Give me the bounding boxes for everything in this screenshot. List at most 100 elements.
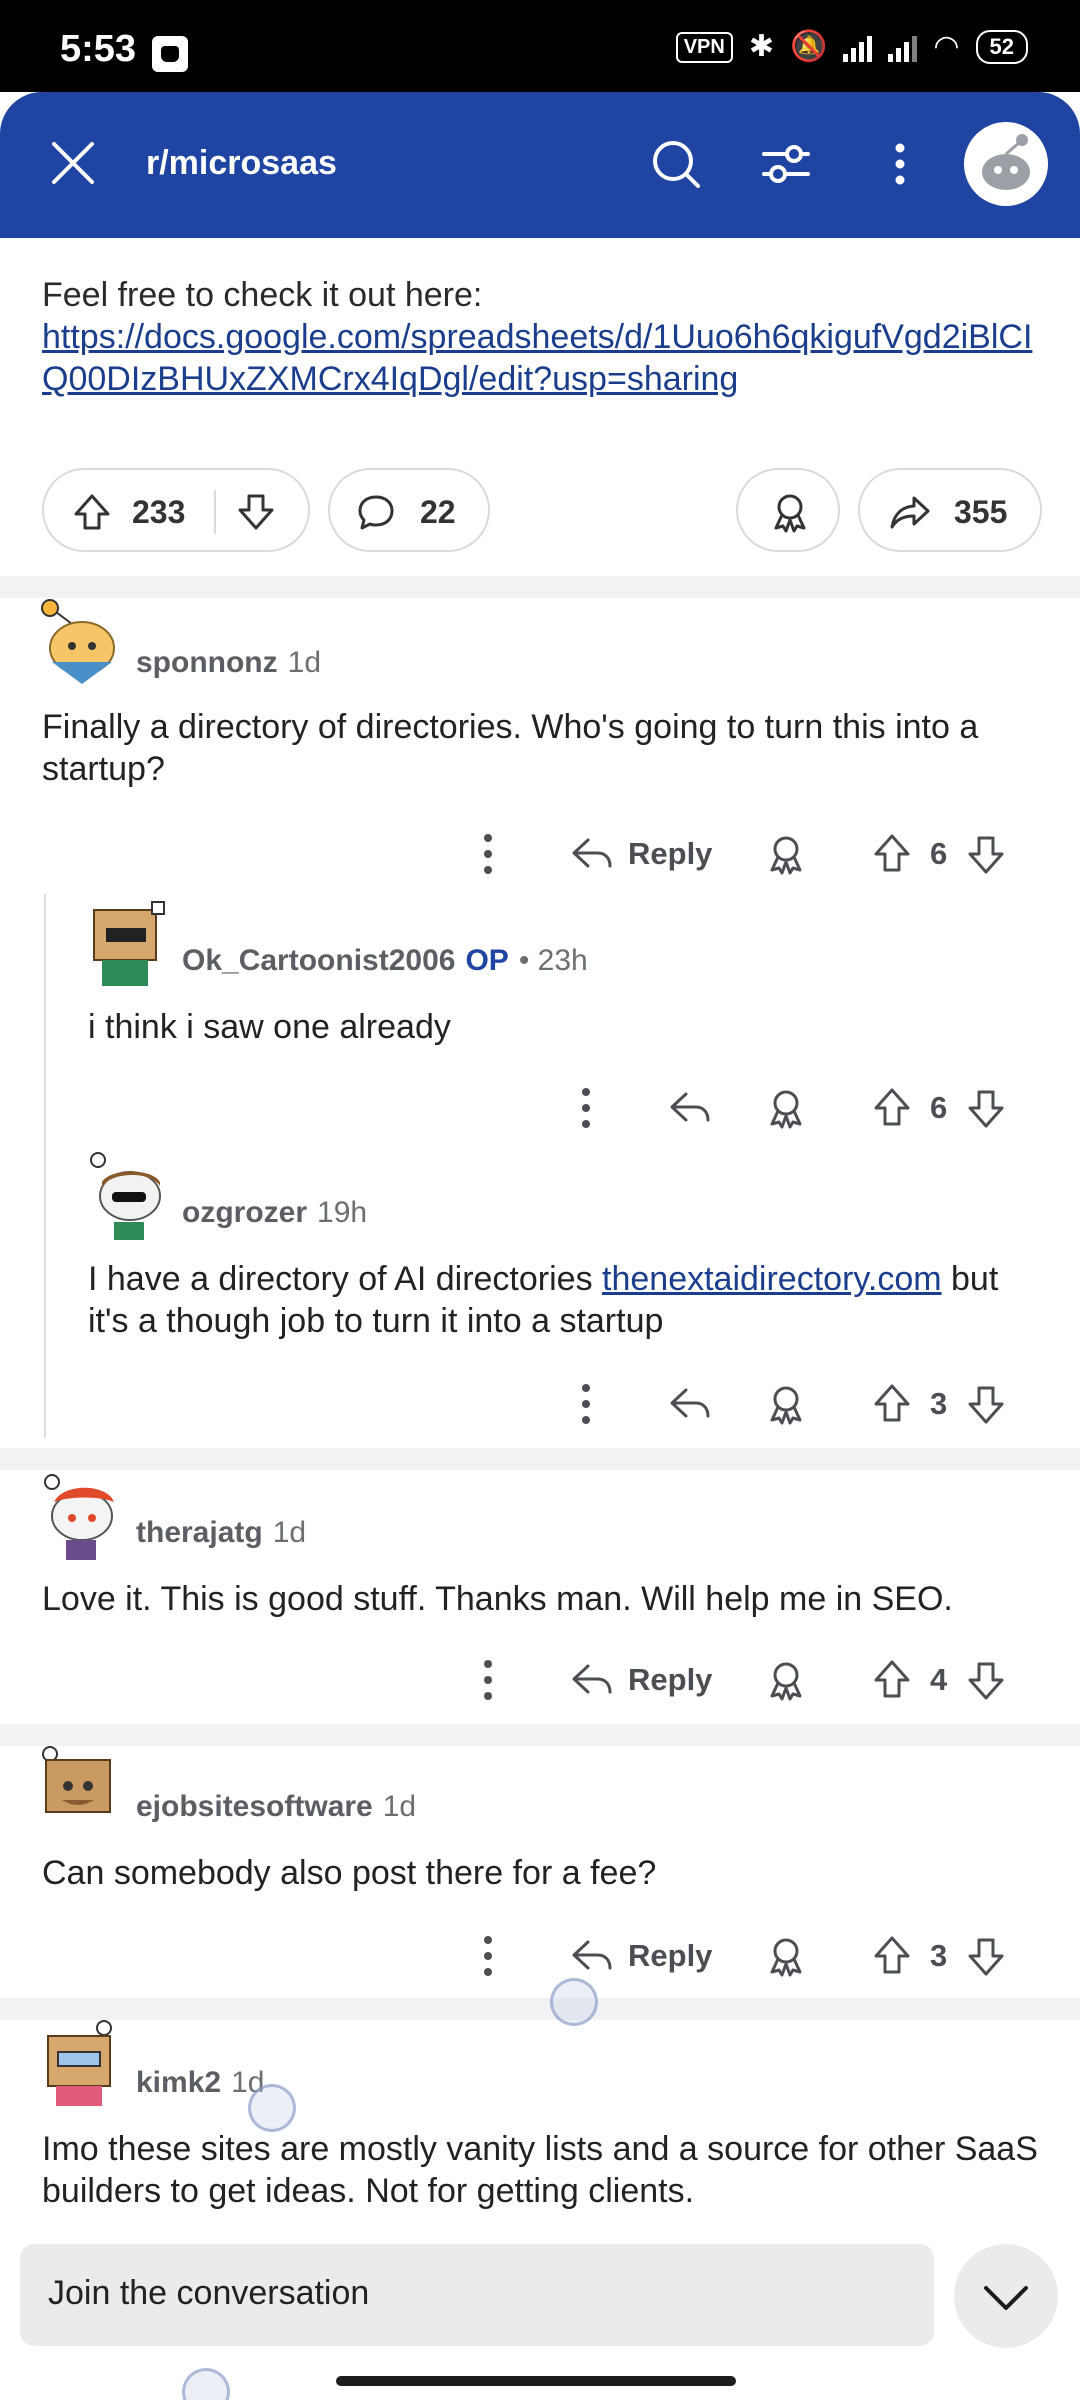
reply-label: Reply	[628, 836, 713, 871]
username[interactable]: kimk2	[136, 2066, 221, 2099]
user-avatar[interactable]	[964, 122, 1048, 206]
comment-actions: Reply 4	[0, 1650, 1080, 1710]
comment-body: i think i saw one already	[88, 1008, 451, 1046]
reply-button[interactable]: Reply	[570, 1934, 712, 1978]
downvote-icon[interactable]	[966, 1934, 1006, 1978]
comment-author[interactable]: kimk2 1d	[136, 2066, 264, 2100]
award-button[interactable]	[736, 468, 840, 552]
user-avatar-icon[interactable]	[88, 900, 172, 990]
reply-arrow-icon	[572, 1940, 612, 1970]
comment-actions: Reply 3	[0, 1926, 1080, 1986]
battery-icon: 52	[975, 30, 1028, 64]
chevron-down-icon	[984, 2286, 1028, 2310]
award-icon[interactable]	[764, 832, 808, 876]
reply-button[interactable]: Reply	[570, 1658, 712, 1702]
mute-bell-icon: 🔕	[789, 30, 828, 63]
signal-1-icon	[843, 32, 873, 62]
downvote-icon[interactable]	[966, 1382, 1006, 1426]
username[interactable]: ejobsitesoftware	[136, 1790, 373, 1823]
comment-body: Can somebody also post there for a fee?	[42, 1854, 657, 1892]
award-icon[interactable]	[764, 1658, 808, 1702]
comment-kimk2: kimk2 1d Imo these sites are mostly vanit…	[0, 2020, 1080, 2228]
user-avatar-icon[interactable]	[36, 1746, 120, 1836]
comment-author[interactable]: ejobsitesoftware 1d	[136, 1790, 416, 1824]
downvote-icon[interactable]	[236, 492, 276, 532]
section-divider	[0, 1724, 1080, 1746]
comment-author[interactable]: sponnonz 1d	[136, 646, 321, 680]
reply-button[interactable]: Reply	[570, 832, 712, 876]
notification-app-icon	[152, 36, 188, 72]
user-avatar-icon[interactable]	[88, 1152, 172, 1242]
comment-link[interactable]: thenextaidirectory.com	[602, 1260, 942, 1298]
post-intro-text: Feel free to check it out here:	[42, 276, 483, 314]
more-vertical-icon[interactable]	[470, 824, 506, 884]
comment-count: 22	[420, 494, 456, 530]
award-icon[interactable]	[764, 1934, 808, 1978]
upvote-icon[interactable]	[872, 1658, 912, 1702]
upvote-icon[interactable]	[872, 832, 912, 876]
award-icon[interactable]	[764, 1086, 808, 1130]
join-conversation-input[interactable]: Join the conversation	[20, 2244, 934, 2346]
app-bar: r/microsaas	[0, 92, 1080, 238]
section-divider	[0, 576, 1080, 598]
comment-author[interactable]: therajatg 1d	[136, 1516, 306, 1550]
close-icon[interactable]	[46, 136, 100, 190]
sort-filter-icon[interactable]	[758, 136, 814, 192]
comment-ejobsitesoftware: ejobsitesoftware 1d Can somebody also pos…	[0, 1746, 1080, 1996]
subreddit-title[interactable]: r/microsaas	[146, 144, 337, 183]
post-vote-count: 233	[132, 494, 186, 530]
comment-actions: 6	[0, 1078, 1080, 1138]
vote-count: 3	[930, 1938, 948, 1973]
upvote-icon[interactable]	[872, 1934, 912, 1978]
comment-body: Imo these sites are mostly vanity lists …	[42, 2130, 1038, 2210]
touch-indicator	[550, 1978, 598, 2026]
comment-actions: 3	[0, 1374, 1080, 1434]
reply-arrow-icon	[572, 838, 612, 868]
post-link[interactable]: https://docs.google.com/spreadsheets/d/1…	[42, 316, 1042, 400]
comment-time: 1d	[272, 1516, 307, 1549]
more-vertical-icon[interactable]	[568, 1078, 604, 1138]
more-vertical-icon[interactable]	[568, 1374, 604, 1434]
comment-text: I have a directory of AI directories	[88, 1260, 603, 1298]
vote-divider	[214, 490, 216, 534]
username[interactable]: therajatg	[136, 1516, 263, 1549]
more-vertical-icon[interactable]	[470, 1926, 506, 1986]
comment-body: I have a directory of AI directories the…	[88, 1258, 1028, 1342]
upvote-icon[interactable]	[72, 492, 112, 532]
comment-author[interactable]: ozgrozer 19h	[182, 1196, 367, 1230]
comments-button[interactable]: 22	[328, 468, 490, 552]
username[interactable]: sponnonz	[136, 646, 278, 679]
search-icon[interactable]	[648, 136, 704, 192]
comment-author[interactable]: Ok_Cartoonist2006 OP • 23h	[182, 944, 588, 978]
reply-arrow-icon[interactable]	[668, 1086, 712, 1130]
more-vertical-icon[interactable]	[872, 136, 928, 192]
share-arrow-icon	[890, 496, 930, 529]
touch-indicator	[248, 2084, 296, 2132]
collapse-button[interactable]	[954, 2244, 1058, 2348]
post-vote-pill: 233	[42, 468, 310, 552]
comment-bubble-icon	[358, 495, 394, 530]
downvote-icon[interactable]	[966, 1658, 1006, 1702]
username[interactable]: ozgrozer	[182, 1196, 307, 1229]
user-avatar-icon[interactable]	[38, 598, 122, 688]
upvote-icon[interactable]	[872, 1086, 912, 1130]
award-icon[interactable]	[764, 1382, 808, 1426]
share-button[interactable]: 355	[858, 468, 1042, 552]
comment-time: 1d	[382, 1790, 417, 1823]
reply-label: Reply	[628, 1662, 713, 1697]
username[interactable]: Ok_Cartoonist2006	[182, 944, 455, 977]
reply-arrow-icon[interactable]	[668, 1382, 712, 1426]
reply-label: Reply	[628, 1938, 713, 1973]
touch-indicator	[182, 2368, 230, 2400]
upvote-icon[interactable]	[872, 1382, 912, 1426]
gesture-nav-bar[interactable]	[336, 2376, 736, 2386]
comment-time: • 23h	[518, 944, 588, 977]
more-vertical-icon[interactable]	[470, 1650, 506, 1710]
user-avatar-icon[interactable]	[38, 1472, 122, 1562]
user-avatar-icon[interactable]	[38, 2020, 122, 2110]
bluetooth-icon: ✱	[748, 30, 774, 63]
snoo-avatar-icon	[982, 134, 1030, 190]
status-icons: VPN ✱ 🔕 ◠ 52	[675, 30, 1028, 64]
downvote-icon[interactable]	[966, 832, 1006, 876]
downvote-icon[interactable]	[966, 1086, 1006, 1130]
